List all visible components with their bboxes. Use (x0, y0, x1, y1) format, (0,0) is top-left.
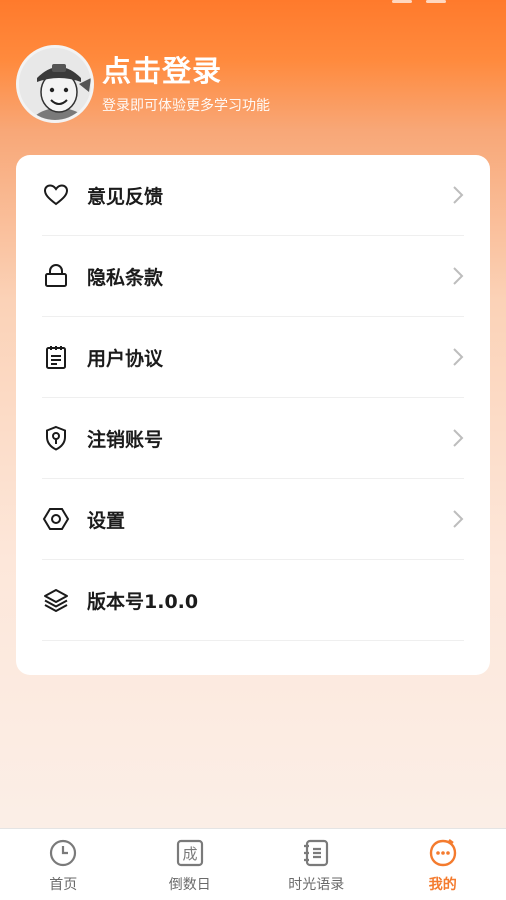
menu-label: 设置 (87, 509, 126, 532)
chevron-right-icon (452, 266, 464, 286)
document-icon (42, 343, 70, 371)
login-profile[interactable]: 点击登录 登录即可体验更多学习功能 (16, 45, 270, 123)
heart-icon (42, 181, 70, 209)
idiom-icon-char: 成 (182, 845, 197, 863)
tab-label: 首页 (49, 877, 78, 893)
chevron-right-icon (452, 428, 464, 448)
idiom-icon: 成 (175, 838, 205, 868)
status-bar (392, 0, 446, 6)
tab-mine[interactable]: 我的 (380, 829, 506, 900)
menu-item-privacy[interactable]: 隐私条款 (42, 236, 464, 317)
chevron-right-icon (452, 185, 464, 205)
face-icon (428, 838, 458, 868)
lock-icon (42, 262, 70, 290)
bottom-tab-bar: 首页 成 倒数日 时光语录 我的 (0, 828, 506, 900)
menu-item-user-agreement[interactable]: 用户协议 (42, 317, 464, 398)
tab-label: 倒数日 (168, 877, 211, 893)
avatar[interactable] (16, 45, 94, 123)
menu-label: 隐私条款 (87, 266, 164, 289)
layers-icon (42, 586, 70, 614)
clock-icon (48, 838, 78, 868)
chevron-right-icon (452, 509, 464, 529)
menu-label: 意见反馈 (87, 185, 164, 208)
tab-quotes[interactable]: 时光语录 (253, 829, 380, 900)
tab-label: 我的 (428, 877, 457, 893)
login-title[interactable]: 点击登录 (102, 53, 270, 89)
menu-item-settings[interactable]: 设置 (42, 479, 464, 560)
tab-home[interactable]: 首页 (0, 829, 127, 900)
avatar-illustration-icon (19, 48, 91, 120)
menu-label: 用户协议 (87, 347, 164, 370)
menu-label: 注销账号 (87, 428, 164, 451)
notebook-icon (301, 838, 331, 868)
hexagon-settings-icon (42, 505, 70, 533)
menu-card: 意见反馈 隐私条款 用户协议 注销账号 设置 版本号1.0.0 (16, 155, 490, 675)
menu-item-delete-account[interactable]: 注销账号 (42, 398, 464, 479)
version-label: 版本号1.0.0 (87, 590, 199, 613)
chevron-right-icon (452, 347, 464, 367)
menu-item-version: 版本号1.0.0 (42, 560, 464, 641)
shield-key-icon (42, 424, 70, 452)
login-subtitle: 登录即可体验更多学习功能 (102, 98, 270, 114)
tab-countdown[interactable]: 成 倒数日 (127, 829, 254, 900)
tab-label: 时光语录 (288, 877, 345, 893)
menu-item-feedback[interactable]: 意见反馈 (42, 155, 464, 236)
